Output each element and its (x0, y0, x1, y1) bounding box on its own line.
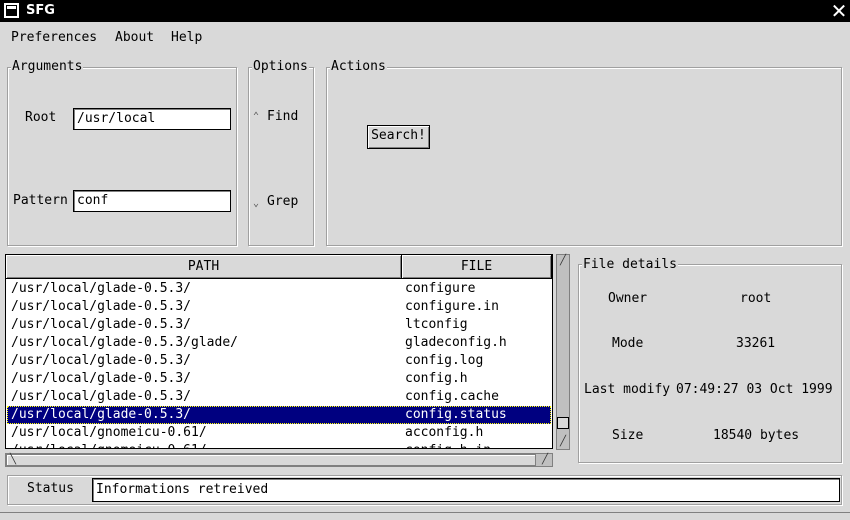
root-input[interactable]: /usr/local (73, 108, 231, 130)
vertical-scroll-thumb[interactable] (557, 417, 569, 429)
arguments-title: Arguments (11, 59, 84, 74)
actions-title: Actions (330, 59, 387, 74)
last-modify-label: Last modify (584, 382, 671, 397)
arguments-frame (7, 67, 237, 246)
path-cell: /usr/local/glade-0.5.3/ (11, 299, 192, 314)
menu-help[interactable]: Help (171, 30, 202, 48)
path-cell: /usr/local/gnomeicu-0.61/ (11, 425, 207, 440)
root-label: Root (25, 110, 57, 125)
actions-frame (326, 67, 842, 246)
size-value: 18540 bytes (713, 428, 800, 443)
file-cell: acconfig.h (405, 425, 484, 440)
file-cell: config.cache (405, 389, 499, 404)
menu-preferences[interactable]: Preferences (11, 30, 97, 48)
options-title: Options (252, 59, 309, 74)
file-cell: config.h.in (405, 442, 491, 448)
file-details-title: File details (582, 257, 678, 272)
path-cell: /usr/local/glade-0.5.3/ (11, 371, 192, 386)
size-label: Size (612, 428, 644, 443)
scroll-right-icon[interactable]: ╱ (539, 454, 551, 466)
file-cell: config.log (405, 353, 484, 368)
path-cell: /usr/local/glade-0.5.3/glade/ (11, 335, 238, 350)
file-cell: configure (405, 281, 476, 296)
path-cell: /usr/local/gnomeicu-0.61/ (11, 442, 207, 448)
owner-label: Owner (608, 291, 648, 306)
table-row[interactable]: /usr/local/glade-0.5.3/config.h (7, 370, 551, 388)
path-cell: /usr/local/glade-0.5.3/ (11, 407, 192, 422)
path-cell: /usr/local/glade-0.5.3/ (11, 353, 192, 368)
table-row[interactable]: /usr/local/glade-0.5.3/ltconfig (7, 316, 551, 334)
table-row[interactable]: /usr/local/glade-0.5.3/config.log (7, 352, 551, 370)
pattern-input[interactable]: conf (73, 190, 231, 212)
search-button[interactable]: Search! (367, 125, 430, 149)
path-cell: /usr/local/glade-0.5.3/ (11, 317, 192, 332)
grep-radio-label[interactable]: Grep (267, 194, 298, 209)
file-cell: configure.in (405, 299, 499, 314)
file-cell: gladeconfig.h (405, 335, 507, 350)
find-radio-label[interactable]: Find (267, 109, 298, 124)
table-row[interactable]: /usr/local/glade-0.5.3/config.cache (7, 388, 551, 406)
file-cell: config.status (405, 407, 507, 422)
owner-value: root (740, 291, 772, 306)
mode-value: 33261 (736, 336, 776, 351)
scroll-left-icon[interactable]: ╲ (7, 454, 19, 466)
file-cell: config.h (405, 371, 468, 386)
window-bottom-edge (0, 512, 850, 520)
close-icon[interactable]: ✕ (829, 0, 849, 22)
grep-radio-icon[interactable]: ⌄ (253, 199, 263, 209)
results-list[interactable]: PATH FILE /usr/local/glade-0.5.3/configu… (5, 254, 553, 449)
results-rows: /usr/local/glade-0.5.3/configure/usr/loc… (6, 280, 552, 448)
status-label: Status (27, 481, 74, 496)
mode-label: Mode (612, 336, 644, 351)
scroll-down-icon[interactable]: ╱ (557, 436, 569, 448)
last-modify-value: 07:49:27 03 Oct 1999 (676, 382, 833, 397)
horizontal-scroll-thumb[interactable]: ╲ (6, 454, 536, 466)
path-cell: /usr/local/glade-0.5.3/ (11, 281, 192, 296)
table-row[interactable]: /usr/local/glade-0.5.3/configure.in (7, 298, 551, 316)
window-menu-icon[interactable] (4, 3, 19, 18)
status-field: Informations retreived (92, 478, 840, 502)
table-row[interactable]: /usr/local/gnomeicu-0.61/acconfig.h (7, 424, 551, 442)
scroll-up-icon[interactable]: ╱ (557, 255, 569, 267)
table-row[interactable]: /usr/local/glade-0.5.3/config.status (7, 406, 551, 424)
title-bar: SFG ✕ (0, 0, 850, 22)
table-row[interactable]: /usr/local/glade-0.5.3/glade/gladeconfig… (7, 334, 551, 352)
column-header-path[interactable]: PATH (6, 255, 402, 279)
results-horizontal-scrollbar[interactable]: ╲ ╱ (5, 453, 553, 467)
menu-about[interactable]: About (115, 30, 154, 48)
window-title: SFG (26, 3, 55, 18)
pattern-label: Pattern (13, 193, 68, 208)
table-row[interactable]: /usr/local/gnomeicu-0.61/config.h.in (7, 442, 551, 448)
file-cell: ltconfig (405, 317, 468, 332)
path-cell: /usr/local/glade-0.5.3/ (11, 389, 192, 404)
column-header-file[interactable]: FILE (402, 255, 552, 279)
table-row[interactable]: /usr/local/glade-0.5.3/configure (7, 280, 551, 298)
find-radio-icon[interactable]: ⌃ (253, 112, 263, 122)
results-vertical-scrollbar[interactable]: ╱ ╱ (556, 254, 570, 450)
options-frame (248, 67, 314, 246)
